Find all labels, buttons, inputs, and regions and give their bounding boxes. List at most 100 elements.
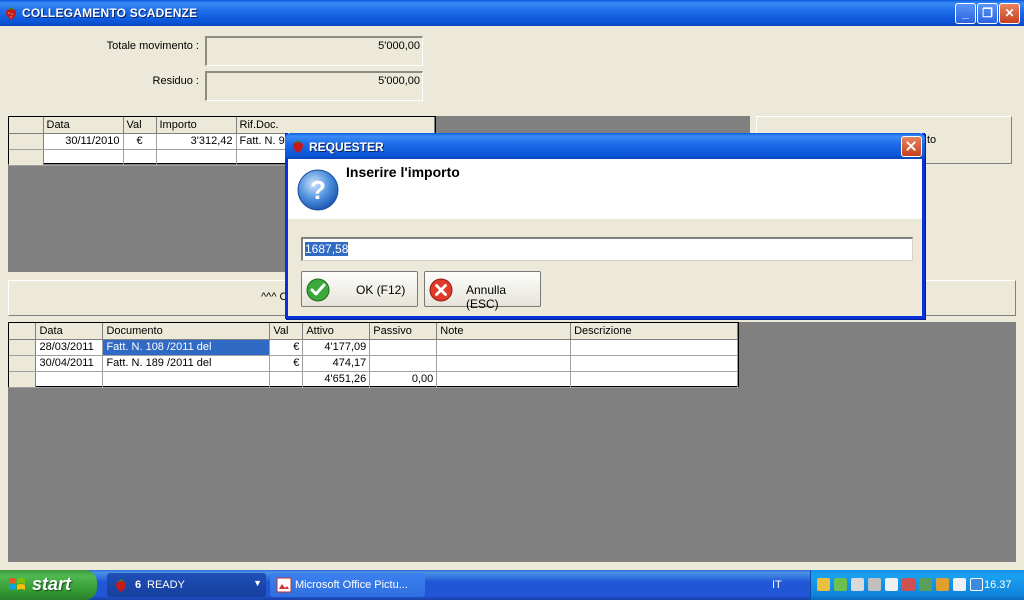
cell-data[interactable]: 28/03/2011 xyxy=(35,339,104,356)
totale-movimento-field: 5'000,00 xyxy=(205,36,423,66)
empty-cell xyxy=(269,371,304,388)
task-label: Microsoft Office Pictu... xyxy=(295,579,408,591)
col-header-val[interactable]: Val xyxy=(269,323,304,340)
collega-bar-label: ^^^ C xyxy=(261,291,288,303)
cell-descrizione[interactable] xyxy=(570,355,738,372)
cell-passivo[interactable] xyxy=(369,339,438,356)
usb-icon[interactable] xyxy=(953,578,966,591)
minimize-button[interactable]: _ xyxy=(955,3,976,24)
task-office-picture[interactable]: Microsoft Office Pictu... xyxy=(270,573,425,597)
cancel-button[interactable]: Annulla (ESC) xyxy=(424,271,541,311)
language-indicator[interactable]: IT xyxy=(772,579,782,591)
chevron-down-icon: ▼ xyxy=(253,578,262,588)
window-titlebar[interactable]: COLLEGAMENTO SCADENZE _ ❐ ✕ xyxy=(0,0,1024,26)
col-header-documento[interactable]: Documento xyxy=(102,323,271,340)
cell-passivo[interactable] xyxy=(369,355,438,372)
question-icon: ? xyxy=(297,169,339,211)
window-title: COLLEGAMENTO SCADENZE xyxy=(22,6,198,20)
col-header-passivo[interactable]: Passivo xyxy=(369,323,438,340)
task-ready[interactable]: 6 READY ▼ xyxy=(107,573,266,597)
clock[interactable]: 16.37 xyxy=(984,579,1012,591)
cell-data[interactable]: 30/11/2010 xyxy=(43,133,124,150)
connection-icon[interactable] xyxy=(851,578,864,591)
empty-cell xyxy=(436,371,572,388)
empty-cell[interactable] xyxy=(43,149,124,166)
cancel-icon xyxy=(429,278,453,302)
dialog-title: REQUESTER xyxy=(309,140,384,154)
system-tray: 16.37 xyxy=(810,570,1024,600)
user-icon[interactable] xyxy=(834,578,847,591)
empty-cell xyxy=(102,371,271,388)
col-header-data[interactable]: Data xyxy=(35,323,104,340)
network-icon[interactable] xyxy=(817,578,830,591)
start-button[interactable]: start xyxy=(0,570,97,600)
row-indicator[interactable] xyxy=(9,355,37,372)
picture-manager-icon xyxy=(276,577,292,593)
cell-note[interactable] xyxy=(436,339,572,356)
cell-documento[interactable]: Fatt. N. 189 /2011 del xyxy=(102,355,271,372)
total-attivo: 4'651,26 xyxy=(302,371,371,388)
cell-documento[interactable]: Fatt. N. 108 /2011 del xyxy=(102,339,271,356)
volume-icon[interactable] xyxy=(885,578,898,591)
cell-data[interactable]: 30/04/2011 xyxy=(35,355,104,372)
close-window-button[interactable]: ✕ xyxy=(999,3,1020,24)
col-header-data[interactable]: Data xyxy=(43,117,124,134)
update-icon[interactable] xyxy=(919,578,932,591)
col-header-note[interactable]: Note xyxy=(436,323,572,340)
requester-dialog[interactable]: REQUESTER ? Inserire l'importo 1687,58 O… xyxy=(285,133,925,319)
printer-icon[interactable] xyxy=(936,578,949,591)
check-icon xyxy=(306,278,330,302)
display-icon[interactable] xyxy=(868,578,881,591)
row-indicator[interactable] xyxy=(9,339,37,356)
cell-descrizione[interactable] xyxy=(570,339,738,356)
col-header-attivo[interactable]: Attivo xyxy=(302,323,371,340)
cell-importo[interactable]: 3'312,42 xyxy=(156,133,237,150)
grid-header-row: Data Documento Val Attivo Passivo Note D… xyxy=(9,323,738,340)
maximize-button[interactable]: ❐ xyxy=(977,3,998,24)
security-icon[interactable] xyxy=(902,578,915,591)
empty-cell[interactable] xyxy=(123,149,157,166)
col-header-rif-doc[interactable]: Rif.Doc. xyxy=(236,117,435,134)
row-indicator xyxy=(9,371,37,388)
residuo-label: Residuo : xyxy=(152,75,199,87)
messenger-icon[interactable] xyxy=(970,578,983,591)
grid-header-row: Data Val Importo Rif.Doc. xyxy=(9,117,435,134)
cell-val[interactable]: € xyxy=(269,355,304,372)
totals-row: 4'651,26 0,00 xyxy=(9,371,738,388)
strawberry-app-icon xyxy=(116,579,126,592)
dialog-message-area: ? Inserire l'importo xyxy=(288,159,922,219)
cell-val[interactable]: € xyxy=(123,133,157,150)
empty-cell[interactable] xyxy=(156,149,237,166)
table-row[interactable]: 30/04/2011 Fatt. N. 189 /2011 del € 474,… xyxy=(9,355,738,372)
taskbar: start 6 READY ▼ Microsoft Office Pictu..… xyxy=(0,570,1024,600)
row-indicator-header xyxy=(9,117,44,134)
right-panel-text: to xyxy=(927,134,937,146)
cell-val[interactable]: € xyxy=(269,339,304,356)
dialog-message: Inserire l'importo xyxy=(346,164,460,180)
amount-input[interactable]: 1687,58 xyxy=(301,237,913,261)
amount-input-value: 1687,58 xyxy=(305,242,349,256)
task-label: READY xyxy=(147,579,185,591)
total-passivo: 0,00 xyxy=(369,371,438,388)
svg-text:?: ? xyxy=(310,175,326,205)
residuo-field: 5'000,00 xyxy=(205,71,423,101)
col-header-val[interactable]: Val xyxy=(123,117,157,134)
empty-cell xyxy=(570,371,738,388)
documenti-grid[interactable]: Data Documento Val Attivo Passivo Note D… xyxy=(8,322,739,388)
task-count: 6 xyxy=(135,579,142,591)
table-row[interactable]: 28/03/2011 Fatt. N. 108 /2011 del € 4'17… xyxy=(9,339,738,356)
ok-button-label: OK (F12) xyxy=(356,283,406,297)
totale-movimento-label: Totale movimento : xyxy=(106,40,199,52)
cell-note[interactable] xyxy=(436,355,572,372)
row-indicator[interactable] xyxy=(9,133,44,150)
cell-attivo[interactable]: 474,17 xyxy=(302,355,371,372)
col-header-descrizione[interactable]: Descrizione xyxy=(570,323,738,340)
cell-attivo[interactable]: 4'177,09 xyxy=(302,339,371,356)
row-indicator[interactable] xyxy=(9,149,44,166)
dialog-titlebar[interactable]: REQUESTER xyxy=(285,133,925,159)
ok-button[interactable]: OK (F12) xyxy=(301,271,418,307)
dialog-close-button[interactable] xyxy=(901,136,922,157)
cancel-button-label: Annulla (ESC) xyxy=(466,283,507,311)
col-header-importo[interactable]: Importo xyxy=(156,117,237,134)
row-indicator-header xyxy=(9,323,37,340)
